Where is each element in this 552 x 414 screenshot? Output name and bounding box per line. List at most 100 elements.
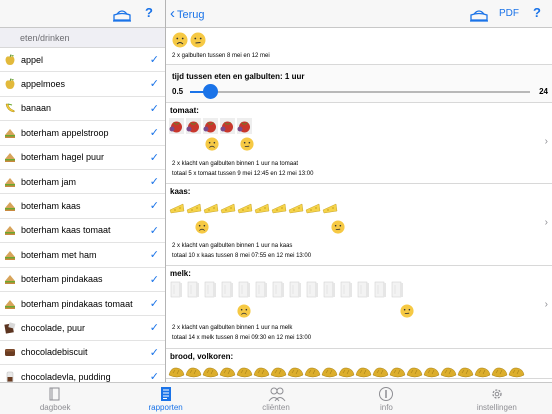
list-item[interactable]: appel ✓ — [0, 48, 165, 73]
tomato-icon — [202, 117, 219, 135]
milk-icon — [287, 280, 304, 298]
slider-thumb[interactable] — [202, 84, 218, 99]
bread-icon — [270, 363, 287, 381]
back-button[interactable]: ‹ Terug — [170, 5, 205, 22]
list-item[interactable]: boterham pindakaas tomaat ✓ — [0, 292, 165, 317]
tab-info[interactable]: info — [331, 383, 441, 414]
list-item-label: chocoladebiscuit — [21, 347, 88, 358]
apple-icon — [4, 54, 16, 66]
list-item-label: appelmoes — [21, 79, 66, 90]
list-item[interactable]: boterham jam ✓ — [0, 170, 165, 195]
checkmark-icon: ✓ — [149, 175, 159, 188]
list-item[interactable]: chocolade, puur ✓ — [0, 316, 165, 341]
food-list: appel ✓ appelmoes ✓ banaan ✓ boterham appelstr… — [0, 48, 165, 382]
checkmark-icon: ✓ — [149, 249, 159, 262]
cake-icon[interactable] — [111, 6, 133, 22]
apple-icon — [4, 78, 16, 90]
list-item[interactable]: appelmoes ✓ — [0, 72, 165, 97]
help-button[interactable]: ? — [145, 5, 153, 20]
list-item[interactable]: chocoladebiscuit ✓ — [0, 341, 165, 366]
cheese-icon — [287, 198, 304, 216]
sandwich-icon — [4, 176, 16, 188]
sandwich-icon — [4, 127, 16, 139]
milk-icon — [338, 280, 355, 298]
sandwich-icon — [4, 224, 16, 236]
list-item[interactable]: boterham pindakaas ✓ — [0, 268, 165, 292]
tab-label: info — [379, 403, 393, 412]
biscuit-icon — [4, 346, 16, 358]
bread-icon-row — [168, 363, 525, 381]
list-item-label: boterham jam — [21, 176, 77, 187]
sandwich-icon — [4, 273, 16, 285]
list-item[interactable]: boterham kaas ✓ — [0, 194, 165, 219]
bread-icon — [406, 363, 423, 381]
cheese-icon — [219, 198, 236, 216]
list-item[interactable]: boterham kaas tomaat ✓ — [0, 219, 165, 244]
bread-icon — [287, 363, 304, 381]
slider-track[interactable] — [190, 91, 530, 93]
list-item[interactable]: banaan ✓ — [0, 97, 165, 122]
milk-icon — [219, 280, 236, 298]
list-item-label: boterham hagel puur — [21, 152, 105, 163]
bread-icon — [491, 363, 508, 381]
food-card-brood-volkoren[interactable]: brood, volkoren: — [166, 349, 552, 379]
card-total-text: totaal 14 x melk tussen 8 mei 09:30 en 1… — [172, 335, 312, 341]
list-item-label: boterham met ham — [21, 249, 97, 260]
bread-icon — [236, 363, 253, 381]
gear-icon — [489, 386, 505, 402]
bread-icon — [168, 363, 185, 381]
bread-icon — [508, 363, 525, 381]
tomato-icon — [185, 117, 202, 135]
sandwich-icon — [4, 200, 16, 212]
chevron-left-icon: ‹ — [170, 5, 175, 22]
slider-title: tijd tussen eten en galbulten: 1 uur — [172, 72, 305, 81]
bread-icon — [389, 363, 406, 381]
list-item[interactable]: boterham met ham ✓ — [0, 243, 165, 268]
list-item[interactable]: boterham hagel puur ✓ — [0, 146, 165, 170]
milk-icon — [202, 280, 219, 298]
tab-dagboek[interactable]: dagboek — [0, 383, 110, 414]
chocolate-icon — [4, 322, 16, 334]
cheese-icon — [270, 198, 287, 216]
list-item-label: appel — [21, 54, 44, 65]
list-item-label: boterham pindakaas tomaat — [21, 298, 133, 309]
tab-instellingen[interactable]: instellingen — [442, 383, 552, 414]
list-item[interactable]: chocoladevla, pudding ✓ — [0, 365, 165, 382]
sandwich-icon — [4, 298, 16, 310]
bread-icon — [253, 363, 270, 381]
neutral-face-icon — [240, 137, 254, 151]
tomato-icon — [168, 117, 185, 135]
card-complaint-text: 2 x klacht van galbulten binnen 1 uur na… — [172, 325, 293, 331]
food-card-kaas[interactable]: kaas: 2 x klacht van galbulten binnen 1 … — [166, 184, 552, 266]
sandwich-icon — [4, 151, 16, 163]
cake-icon[interactable] — [468, 6, 490, 22]
cheese-icon — [202, 198, 219, 216]
bread-icon — [304, 363, 321, 381]
people-icon — [268, 386, 286, 402]
list-item[interactable]: boterham appelstroop ✓ — [0, 121, 165, 146]
tab-cliënten[interactable]: cliënten — [221, 383, 331, 414]
pdf-button[interactable]: PDF — [499, 8, 519, 19]
left-nav-bar: ? — [0, 0, 165, 28]
summary-section: 2 x galbulten tussen 8 mei en 12 mei — [166, 28, 552, 65]
sad-face-icon — [172, 32, 188, 48]
food-card-tomaat[interactable]: tomaat: 2 x klacht van galbulten binnen … — [166, 103, 552, 184]
chevron-right-icon: › — [544, 299, 548, 310]
checkmark-icon: ✓ — [149, 78, 159, 91]
help-button[interactable]: ? — [533, 5, 541, 20]
summary-text: 2 x galbulten tussen 8 mei en 12 mei — [172, 53, 270, 59]
checkmark-icon: ✓ — [149, 102, 159, 115]
card-total-text: totaal 10 x kaas tussen 8 mei 07:55 en 1… — [172, 253, 312, 259]
food-card-melk[interactable]: melk: 2 x klacht van galbulten binnen 1 … — [166, 266, 552, 349]
checkmark-icon: ✓ — [149, 371, 159, 382]
neutral-face-icon — [331, 220, 345, 234]
list-item-label: banaan — [21, 103, 52, 114]
tab-rapporten[interactable]: rapporten — [110, 383, 220, 414]
milk-icon — [253, 280, 270, 298]
checkmark-icon: ✓ — [149, 273, 159, 286]
milk-icon-row — [168, 280, 406, 298]
tab-label: dagboek — [39, 403, 71, 412]
sad-face-icon — [237, 304, 251, 318]
bread-icon — [219, 363, 236, 381]
milk-icon — [355, 280, 372, 298]
